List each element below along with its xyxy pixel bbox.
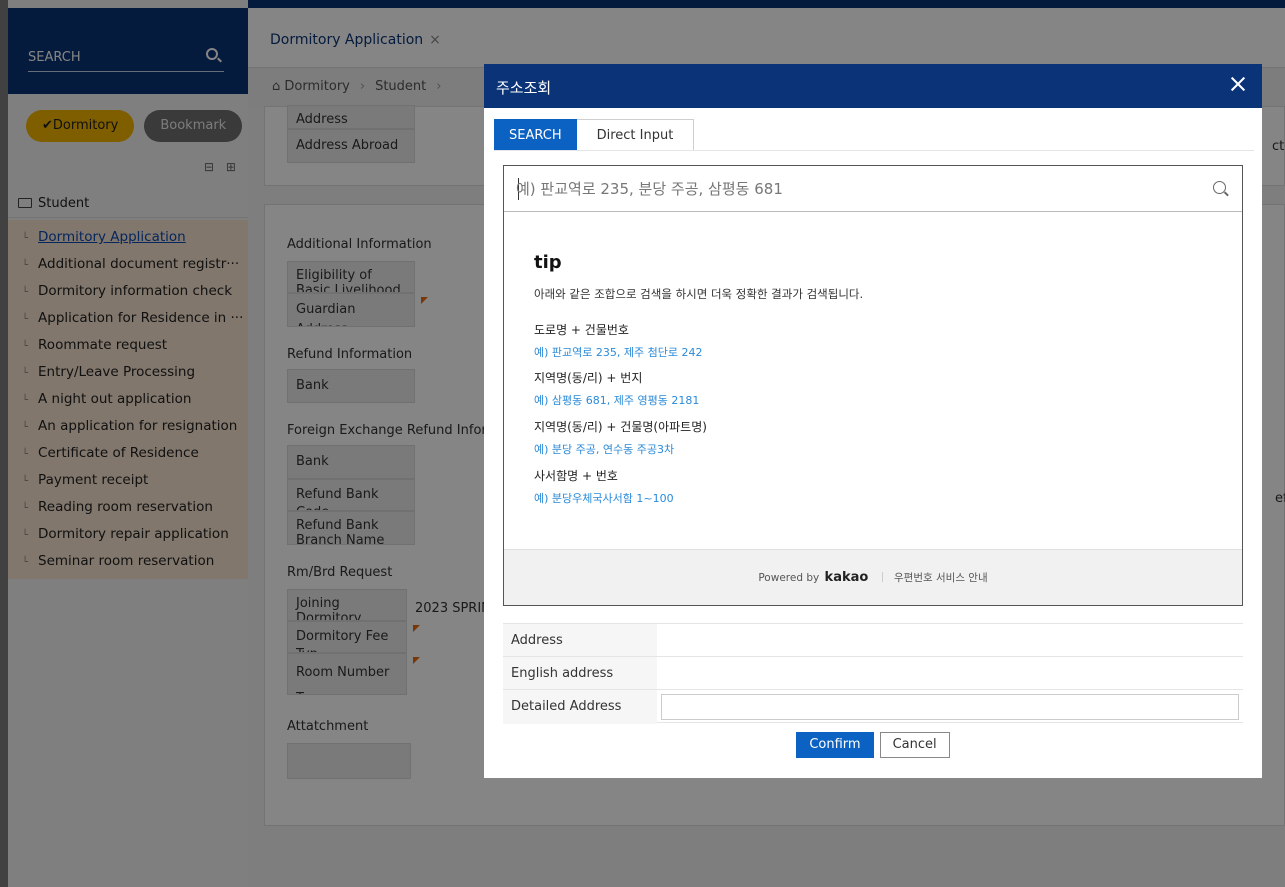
address-row: Address (503, 623, 1243, 658)
detailed-address-label: Detailed Address (503, 690, 657, 724)
modal-header: 주소조회 (484, 64, 1262, 108)
tip-heading: 도로명 + 건물번호 (534, 323, 629, 337)
tip-example: 예) 삼평동 681, 제주 영평동 2181 (534, 394, 700, 407)
detailed-address-row: Detailed Address (503, 689, 1243, 724)
modal-actions: Confirm Cancel (484, 732, 1262, 758)
address-label: Address (503, 624, 657, 658)
tip-example: 예) 판교역로 235, 제주 첨단로 242 (534, 346, 703, 359)
address-value (657, 624, 1243, 658)
english-address-label: English address (503, 657, 657, 691)
address-search-modal: 주소조회 SEARCH Direct Input tip 아래와 같은 조합으로… (484, 64, 1262, 778)
address-result-table: Address English address Detailed Address (503, 623, 1243, 724)
tip-heading: 사서함명 + 번호 (534, 469, 618, 483)
footer-divider (881, 572, 883, 582)
cancel-button[interactable]: Cancel (879, 732, 950, 758)
confirm-button[interactable]: Confirm (796, 732, 874, 758)
tip-title: tip (534, 252, 562, 273)
kakao-logo[interactable]: kakao (825, 570, 869, 585)
tip-heading: 지역명(동/리) + 번지 (534, 371, 643, 385)
powered-by-text: Powered by (758, 572, 820, 584)
detailed-address-input[interactable] (661, 694, 1239, 720)
tip-heading: 지역명(동/리) + 건물명(아파트명) (534, 420, 707, 434)
modal-title: 주소조회 (496, 79, 552, 97)
tabs-divider (494, 150, 1254, 151)
kakao-postcode-frame: tip 아래와 같은 조합으로 검색을 하시면 더욱 정확한 결과가 검색됩니다… (503, 165, 1243, 606)
tab-direct-input[interactable]: Direct Input (576, 119, 695, 151)
modal-tabs: SEARCH Direct Input (494, 119, 695, 151)
english-address-row: English address (503, 656, 1243, 691)
postal-service-guide-link[interactable]: 우편번호 서비스 안내 (894, 572, 988, 584)
tab-search[interactable]: SEARCH (494, 119, 577, 151)
postcode-search-bar (504, 166, 1242, 212)
tip-example: 예) 분당 주공, 연수동 주공3차 (534, 443, 675, 456)
tip-example: 예) 분당우체국사서함 1~100 (534, 492, 674, 505)
postcode-footer: Powered by kakao 우편번호 서비스 안내 (504, 549, 1242, 605)
search-icon[interactable] (1213, 181, 1226, 194)
english-address-value (657, 657, 1243, 691)
close-icon[interactable] (1226, 72, 1250, 96)
tip-intro: 아래와 같은 조합으로 검색을 하시면 더욱 정확한 결과가 검색됩니다. (534, 287, 864, 301)
postcode-search-input[interactable] (516, 175, 1196, 203)
